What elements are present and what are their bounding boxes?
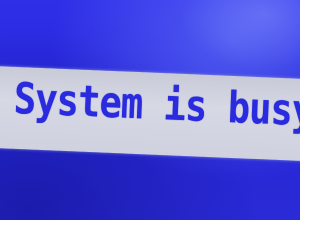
screen-glare <box>180 0 300 70</box>
busy-screen: System is busy. <box>0 0 300 220</box>
